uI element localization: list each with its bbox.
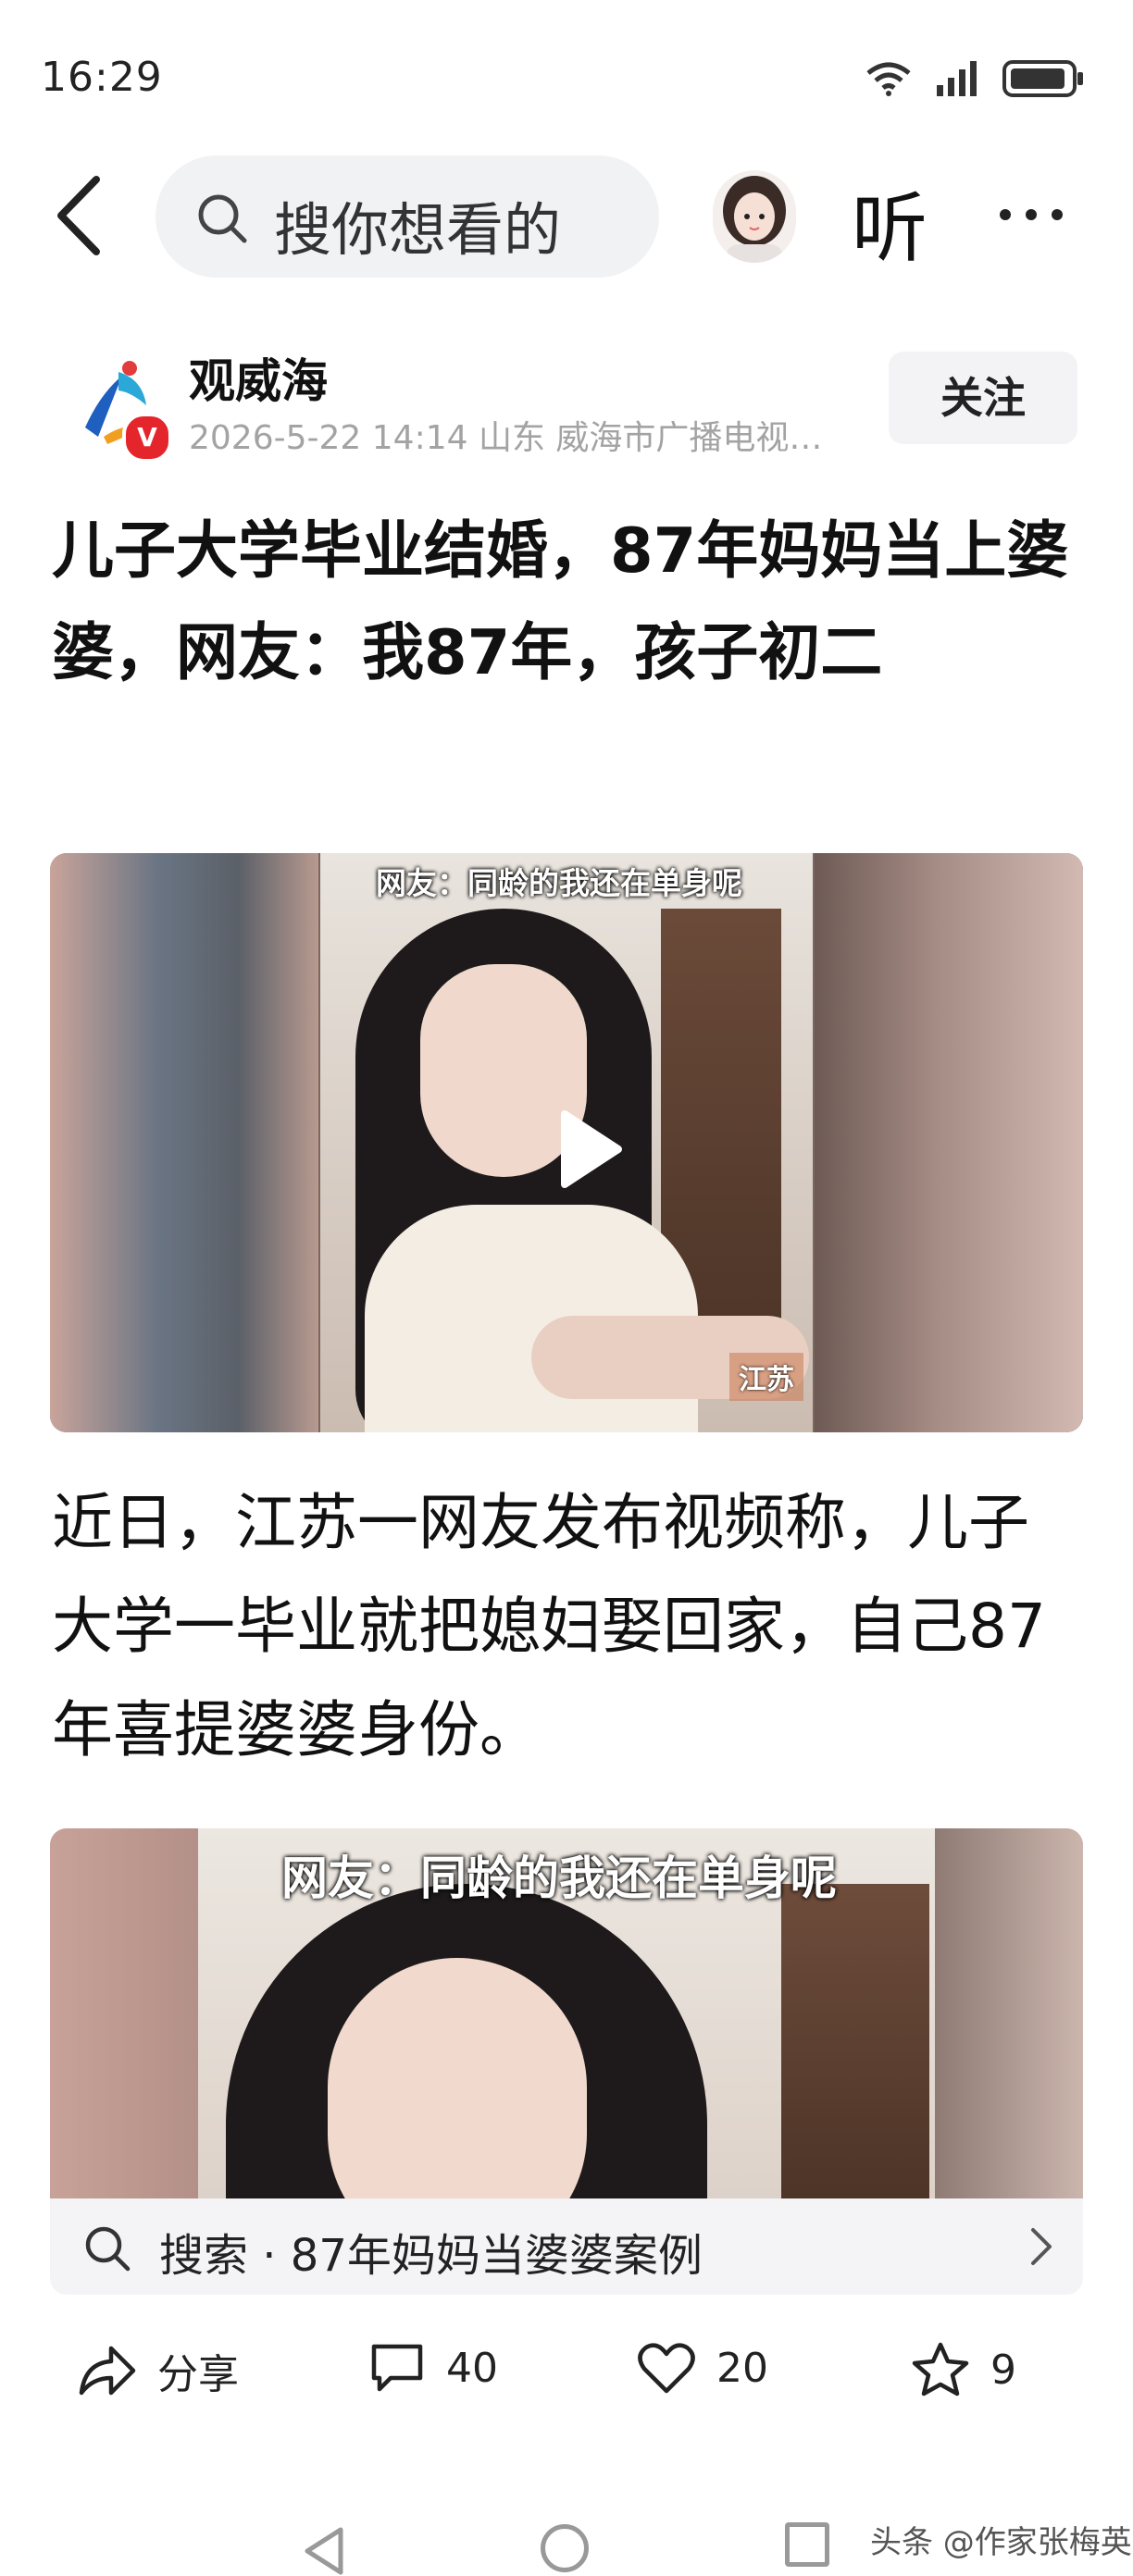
verified-badge: V: [122, 413, 172, 463]
post-meta: 2026-5-22 14:14 山东 威海市广播电视…: [189, 419, 823, 457]
comment-count: 40: [446, 2344, 498, 2392]
comment-icon: [371, 2344, 423, 2392]
more-icon[interactable]: [1000, 209, 1063, 220]
search-icon: [198, 194, 247, 243]
wifi-icon: [866, 62, 911, 96]
like-button[interactable]: 20: [637, 2341, 768, 2395]
video-caption: 网友：同龄的我还在单身呢: [376, 865, 742, 901]
back-arrow-icon[interactable]: [48, 174, 113, 257]
comment-button[interactable]: 40: [368, 2341, 498, 2395]
share-label: 分享: [157, 2351, 239, 2398]
video-player[interactable]: 网友：同龄的我还在单身呢 江苏: [50, 853, 1083, 1432]
article-image[interactable]: 网友：同龄的我还在单身呢: [50, 1828, 1083, 2198]
author-name[interactable]: 观威海: [189, 344, 328, 411]
star-icon: [912, 2342, 969, 2396]
video-location-tag: 江苏: [729, 1353, 803, 1401]
search-icon: [85, 2226, 131, 2272]
article-title: 儿子大学毕业结婚，87年妈妈当上婆婆，网友：我87年，孩子初二: [52, 514, 1069, 688]
article-paragraph: 近日，江苏一网友发布视频称，儿子大学一毕业就把媳妇娶回家，自己87年喜提婆婆身份…: [52, 1487, 1046, 1765]
search-suggestion-text: 搜索 · 87年妈妈当婆婆案例: [159, 2230, 703, 2282]
share-icon: [79, 2346, 136, 2396]
favorite-count: 9: [990, 2346, 1016, 2394]
heart-icon: [638, 2343, 695, 2394]
like-count: 20: [716, 2344, 768, 2392]
search-suggestion[interactable]: 搜索 · 87年妈妈当婆婆案例: [50, 2198, 1083, 2295]
listen-button[interactable]: 听: [852, 167, 928, 277]
signal-icon: [937, 61, 977, 96]
image-caption: 网友：同龄的我还在单身呢: [281, 1851, 837, 1905]
nav-recent-icon[interactable]: [785, 2522, 829, 2567]
search-input[interactable]: 搜你想看的: [156, 155, 659, 278]
battery-icon: [1002, 60, 1083, 97]
status-icons: [863, 59, 1085, 98]
watermark: 头条 @作家张梅英: [870, 2524, 1132, 2561]
status-time: 16:29: [41, 54, 163, 101]
nav-home-icon[interactable]: [541, 2524, 589, 2572]
follow-button[interactable]: 关注: [889, 352, 1077, 444]
favorite-button[interactable]: 9: [911, 2341, 1016, 2398]
play-icon[interactable]: [529, 1094, 641, 1205]
search-placeholder: 搜你想看的: [274, 196, 562, 264]
chevron-right-icon: [1031, 2228, 1052, 2265]
user-avatar[interactable]: [713, 170, 796, 263]
share-button[interactable]: 分享: [76, 2341, 239, 2400]
